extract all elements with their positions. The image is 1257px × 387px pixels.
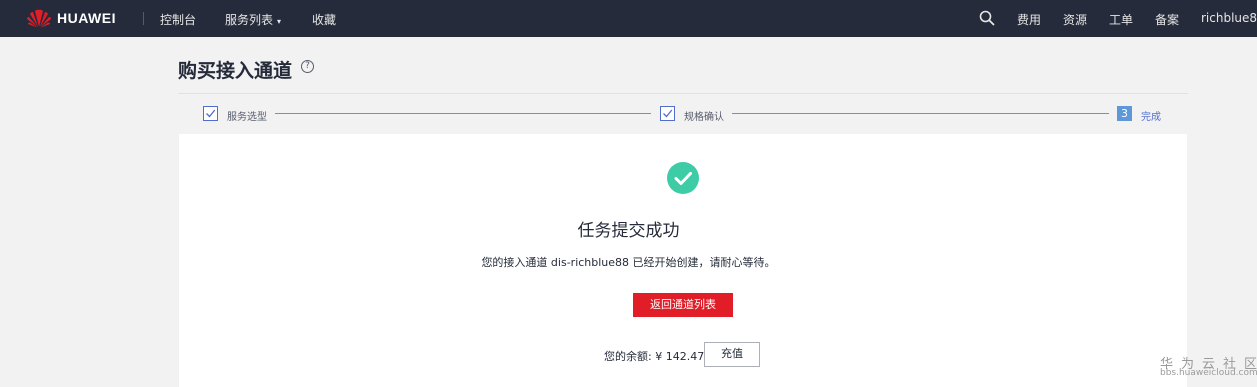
success-title: 任务提交成功 bbox=[577, 221, 680, 241]
balance-text: 您的余额: ¥ 142.47 bbox=[604, 350, 705, 363]
nav-service-list-label: 服务列表 bbox=[225, 13, 274, 27]
chevron-down-icon: ▾ bbox=[277, 17, 282, 26]
brand-name: HUAWEI bbox=[57, 10, 116, 26]
checkmark-icon bbox=[663, 109, 673, 118]
back-to-channel-list-button[interactable]: 返回通道列表 bbox=[633, 293, 733, 317]
checkmark-icon bbox=[206, 109, 216, 118]
top-nav: HUAWEI 控制台 服务列表 ▾ 收藏 费用 资源 工单 备案 richblue… bbox=[0, 0, 1257, 37]
nav-divider bbox=[143, 12, 144, 25]
step-1-check-icon bbox=[203, 106, 218, 121]
success-message: 您的接入通道 dis-richblue88 已经开始创建，请耐心等待。 bbox=[481, 256, 776, 269]
check-circle-icon bbox=[667, 162, 699, 194]
huawei-flower-icon bbox=[27, 9, 51, 28]
step-2-check-icon bbox=[660, 106, 675, 121]
title-divider bbox=[178, 93, 1188, 94]
nav-username[interactable]: richblue88 bbox=[1201, 11, 1257, 25]
nav-service-list[interactable]: 服务列表 ▾ bbox=[225, 11, 281, 28]
step-1-label: 服务选型 bbox=[227, 112, 267, 123]
search-icon[interactable] bbox=[979, 10, 995, 26]
watermark-url: bbs.huaweicloud.com bbox=[1160, 368, 1257, 378]
nav-icp[interactable]: 备案 bbox=[1155, 11, 1179, 28]
nav-console[interactable]: 控制台 bbox=[160, 11, 196, 28]
nav-billing[interactable]: 费用 bbox=[1017, 11, 1041, 28]
nav-resources[interactable]: 资源 bbox=[1063, 11, 1087, 28]
nav-favorites[interactable]: 收藏 bbox=[312, 11, 336, 28]
step-3-number: 3 bbox=[1117, 106, 1132, 121]
help-icon[interactable]: ? bbox=[301, 60, 314, 73]
nav-tickets[interactable]: 工单 bbox=[1109, 11, 1133, 28]
step-connector-1 bbox=[275, 113, 651, 114]
recharge-button[interactable]: 充值 bbox=[704, 342, 760, 367]
step-3-label: 完成 bbox=[1141, 112, 1161, 123]
step-connector-2 bbox=[732, 113, 1109, 114]
step-2-label: 规格确认 bbox=[684, 112, 724, 123]
page-title: 购买接入通道 bbox=[178, 60, 293, 82]
huawei-logo[interactable]: HUAWEI bbox=[26, 8, 116, 28]
